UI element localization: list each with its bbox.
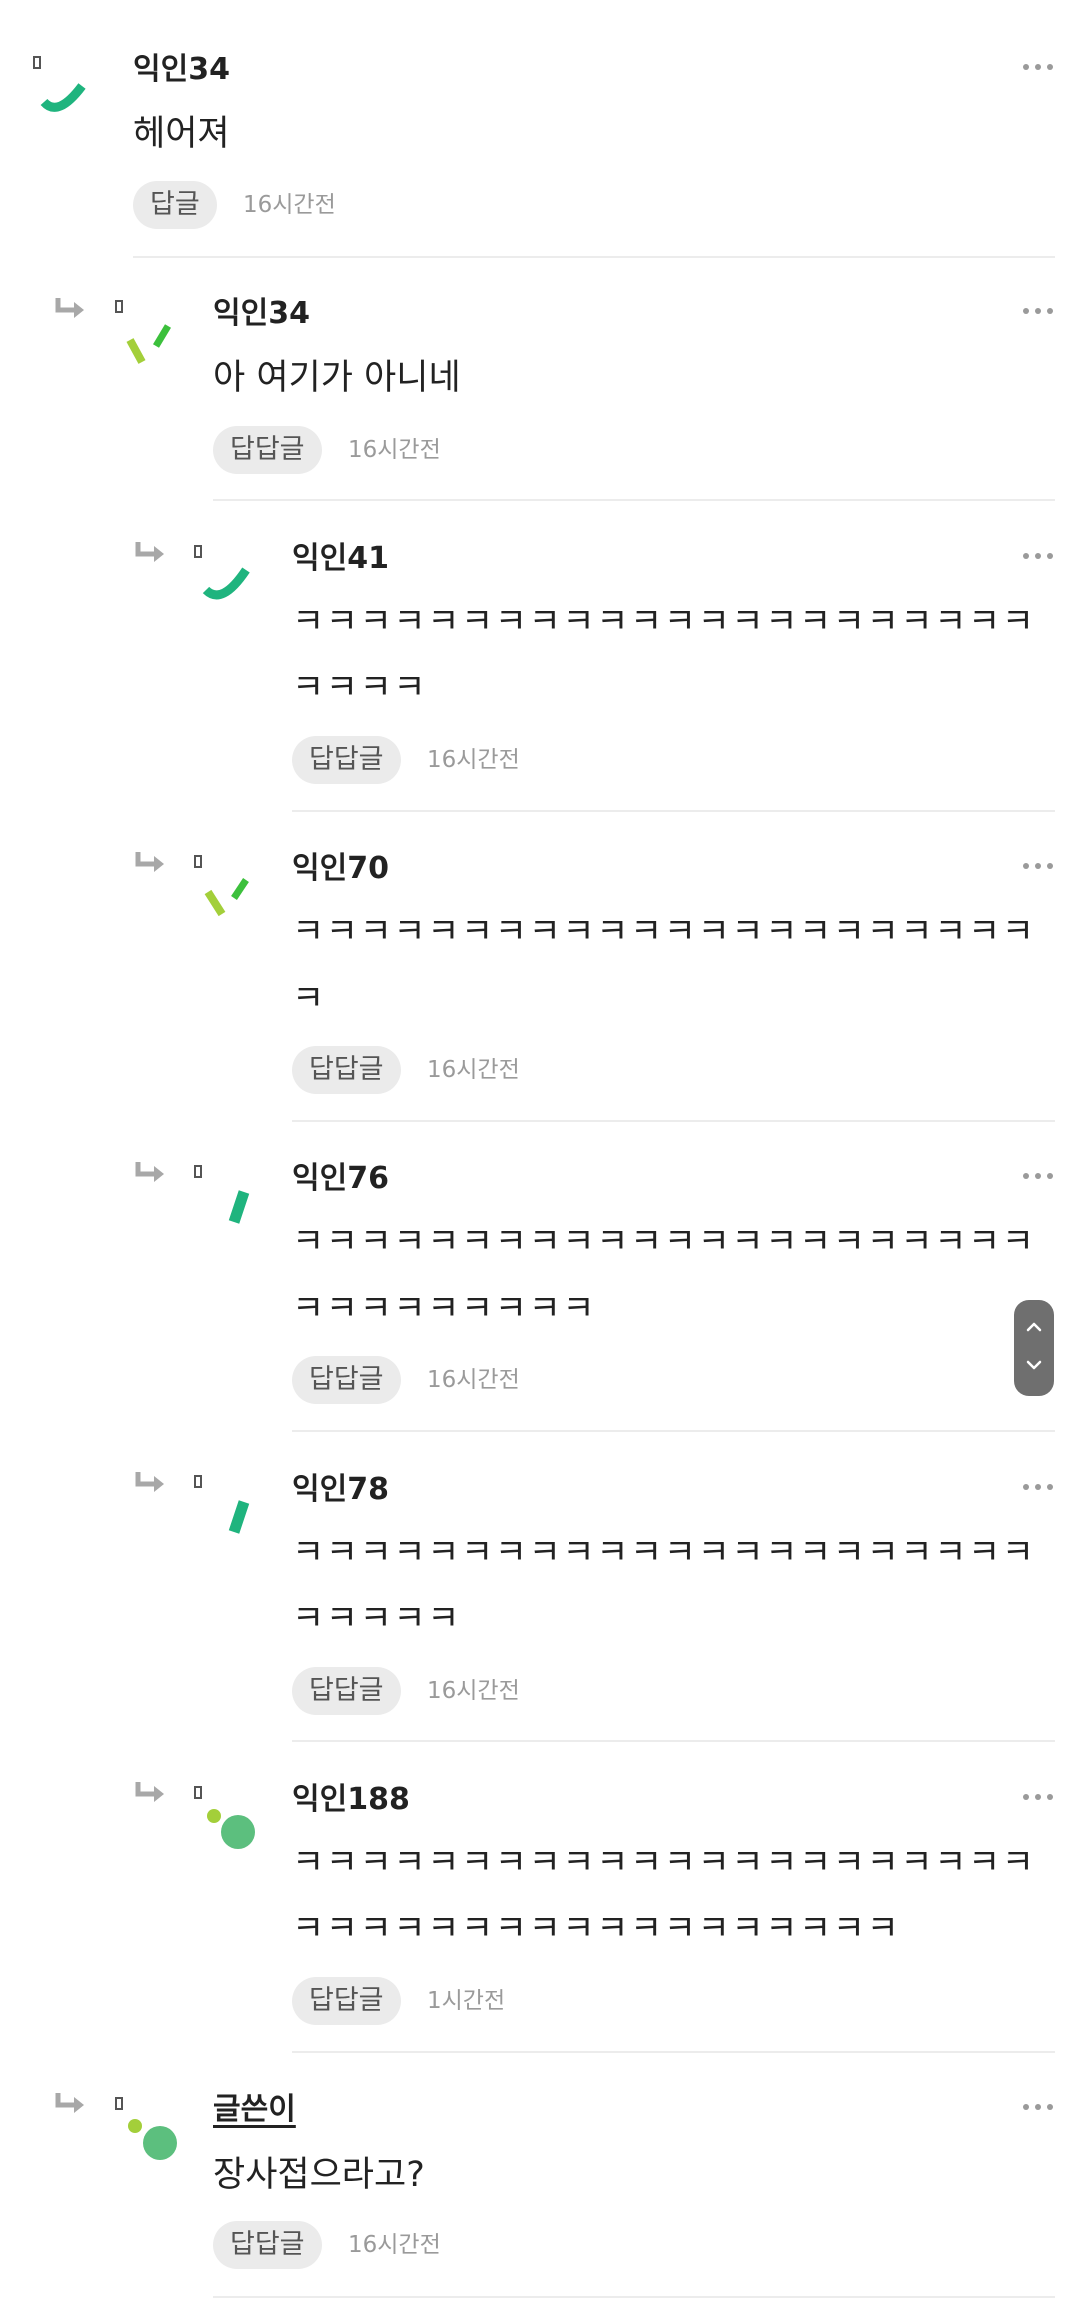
reply-button[interactable]: 답답글 — [213, 2221, 322, 2269]
chevron-down-icon[interactable] — [1014, 1348, 1054, 1396]
comment-author[interactable]: 익인76 — [292, 1161, 389, 1197]
more-options-icon[interactable] — [1023, 860, 1053, 872]
comment-text: ㅋㅋㅋㅋㅋ — [292, 1599, 462, 1639]
small-badge-icon — [194, 1475, 202, 1488]
comment-author[interactable]: 익인34 — [133, 52, 230, 88]
reply-arrow-icon — [55, 298, 84, 318]
scroll-nav-widget — [1014, 1300, 1054, 1396]
comment-author[interactable]: 글쓴이 — [213, 2092, 296, 2128]
comment-text: 장사접으라고? — [213, 2155, 425, 2195]
divider — [213, 499, 1055, 501]
more-options-icon[interactable] — [1023, 2101, 1053, 2113]
comment-author[interactable]: 익인70 — [292, 851, 389, 887]
avatar — [228, 1190, 250, 1224]
divider — [292, 1740, 1055, 1742]
comment-author[interactable]: 익인34 — [213, 296, 310, 332]
comment-author[interactable]: 익인41 — [292, 541, 389, 577]
comment-text: ㅋㅋㅋㅋㅋㅋㅋㅋㅋ — [292, 1289, 597, 1329]
divider — [292, 1120, 1055, 1122]
comment-time: 16시간전 — [348, 2232, 441, 2258]
avatar — [204, 878, 249, 917]
reply-button[interactable]: 답답글 — [292, 736, 401, 784]
reply-arrow-icon — [55, 2093, 84, 2113]
divider — [213, 2296, 1055, 2298]
more-options-icon[interactable] — [1023, 61, 1053, 73]
comment-time: 16시간전 — [243, 192, 336, 218]
comment-text: ㅋㅋㅋㅋ — [292, 668, 428, 708]
comment-time: 16시간전 — [427, 1057, 520, 1083]
reply-arrow-icon — [135, 1782, 164, 1802]
comment-author[interactable]: 익인78 — [292, 1472, 389, 1508]
comment-time: 16시간전 — [348, 437, 441, 463]
reply-arrow-icon — [135, 1162, 164, 1182]
divider — [292, 1430, 1055, 1432]
small-badge-icon — [194, 855, 202, 868]
more-options-icon[interactable] — [1023, 305, 1053, 317]
reply-arrow-icon — [135, 852, 164, 872]
reply-button[interactable]: 답답글 — [292, 1046, 401, 1094]
avatar — [207, 1809, 255, 1849]
small-badge-icon — [194, 1786, 202, 1799]
divider — [133, 256, 1055, 258]
reply-button[interactable]: 답답글 — [213, 426, 322, 474]
avatar — [40, 83, 86, 112]
small-badge-icon — [115, 2097, 123, 2110]
more-options-icon[interactable] — [1023, 1170, 1053, 1182]
avatar — [128, 2119, 177, 2160]
more-options-icon[interactable] — [1023, 1791, 1053, 1803]
comment-time: 16시간전 — [427, 1367, 520, 1393]
small-badge-icon — [194, 1165, 202, 1178]
comment-text: ㅋㅋㅋㅋㅋㅋㅋㅋㅋㅋㅋㅋㅋㅋㅋㅋㅋㅋ — [292, 1909, 901, 1949]
chevron-up-icon[interactable] — [1014, 1300, 1054, 1348]
comment-text: ㅋㅋㅋㅋㅋㅋㅋㅋㅋㅋㅋㅋㅋㅋㅋㅋㅋㅋㅋㅋㅋㅋ — [292, 602, 1036, 642]
comment-text: 아 여기가 아니네 — [213, 358, 461, 398]
reply-button[interactable]: 답답글 — [292, 1356, 401, 1404]
comment-text: ㅋㅋㅋㅋㅋㅋㅋㅋㅋㅋㅋㅋㅋㅋㅋㅋㅋㅋㅋㅋㅋㅋ — [292, 1222, 1036, 1262]
reply-arrow-icon — [135, 542, 164, 562]
reply-button[interactable]: 답답글 — [292, 1667, 401, 1715]
divider — [292, 2051, 1055, 2053]
reply-button[interactable]: 답글 — [133, 181, 217, 229]
comment-text: ㅋㅋㅋㅋㅋㅋㅋㅋㅋㅋㅋㅋㅋㅋㅋㅋㅋㅋㅋㅋㅋㅋ — [292, 912, 1036, 952]
comment-time: 16시간전 — [427, 747, 520, 773]
comment-time: 1시간전 — [427, 1988, 506, 2014]
divider — [292, 810, 1055, 812]
avatar — [202, 567, 250, 600]
comment-text: ㅋㅋㅋㅋㅋㅋㅋㅋㅋㅋㅋㅋㅋㅋㅋㅋㅋㅋㅋㅋㅋㅋ — [292, 1843, 1036, 1883]
comment-author[interactable]: 익인188 — [292, 1782, 410, 1818]
more-options-icon[interactable] — [1023, 1481, 1053, 1493]
more-options-icon[interactable] — [1023, 550, 1053, 562]
avatar — [228, 1500, 250, 1534]
comment-text: 헤어져 — [133, 114, 230, 154]
reply-arrow-icon — [135, 1472, 164, 1492]
avatar — [126, 324, 172, 364]
comment-text: ㅋㅋㅋㅋㅋㅋㅋㅋㅋㅋㅋㅋㅋㅋㅋㅋㅋㅋㅋㅋㅋㅋ — [292, 1533, 1036, 1573]
reply-button[interactable]: 답답글 — [292, 1977, 401, 2025]
comment-text: ㅋ — [292, 979, 326, 1019]
comment-time: 16시간전 — [427, 1678, 520, 1704]
